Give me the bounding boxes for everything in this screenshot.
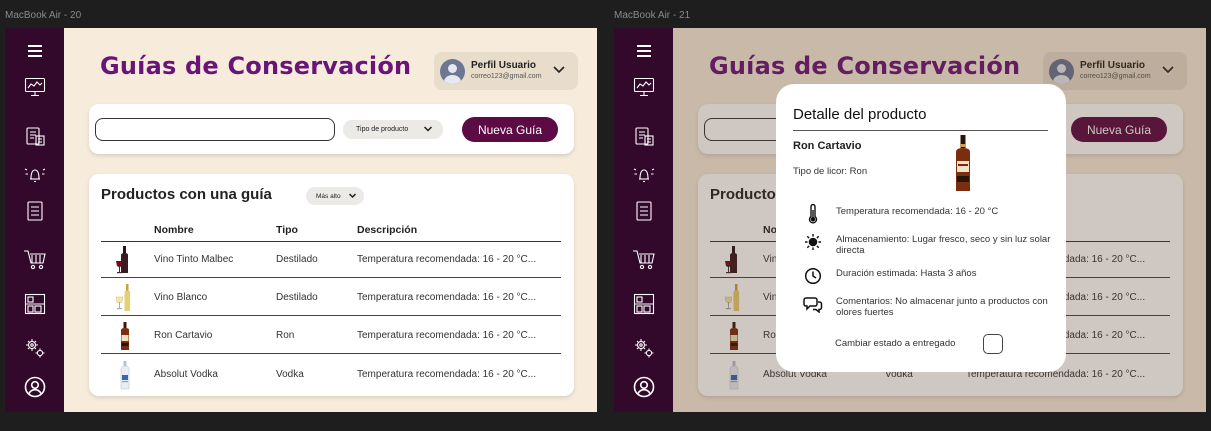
list-icon[interactable]: [21, 197, 49, 225]
detail-text: Duración estimada: Hasta 3 años: [836, 268, 977, 279]
page-title: Guías de Conservación: [100, 52, 412, 80]
user-icon[interactable]: [21, 373, 49, 401]
rum-bottle-icon: [954, 134, 972, 197]
chevron-down-icon: [348, 193, 357, 199]
main-content: Guías de Conservación Perfil Usuario cor…: [64, 28, 597, 412]
cell-name: Ron Cartavio: [154, 330, 213, 341]
list-icon[interactable]: [630, 197, 658, 225]
type-filter-label: Tipo de producto: [356, 126, 409, 133]
settings-icon[interactable]: [630, 334, 658, 362]
modal-title-divider: [793, 130, 1048, 131]
vodka-bottle-icon: [115, 359, 135, 391]
row-divider: [101, 315, 561, 316]
search-toolbar: Tipo de producto Nueva Guía: [89, 104, 574, 154]
menu-icon[interactable]: [630, 37, 658, 65]
status-change-label: Cambiar estado a entregado: [835, 338, 956, 349]
type-filter-dropdown[interactable]: Tipo de producto: [343, 120, 443, 139]
frame-list-view: Guías de Conservación Perfil Usuario cor…: [5, 28, 597, 412]
cell-description: Temperatura recomendada: 16 - 20 °C...: [357, 254, 537, 265]
cart-icon[interactable]: [21, 246, 49, 274]
inventory-icon[interactable]: [21, 122, 49, 150]
alarm-icon[interactable]: [21, 161, 49, 189]
sort-dropdown[interactable]: Más alto: [306, 187, 364, 205]
cart-icon[interactable]: [630, 246, 658, 274]
detail-text: Comentarios: No almacenar junto a produc…: [836, 296, 1048, 318]
inventory-icon[interactable]: [630, 122, 658, 150]
cell-description: Temperatura recomendada: 16 - 20 °C...: [357, 369, 537, 380]
cell-type: Destilado: [276, 254, 318, 265]
warehouse-icon[interactable]: [21, 290, 49, 318]
profile-email: correo123@gmail.com: [471, 73, 542, 80]
modal-product-name: Ron Cartavio: [793, 140, 862, 152]
clock-icon: [803, 266, 823, 286]
alarm-icon[interactable]: [630, 161, 658, 189]
white-wine-icon: [115, 282, 135, 314]
profile-name: Perfil Usuario: [471, 60, 537, 71]
cell-type: Vodka: [276, 369, 304, 380]
detail-text: Almacenamiento: Lugar fresco, seco y sin…: [836, 234, 1051, 256]
dashboard-icon[interactable]: [21, 73, 49, 101]
user-icon[interactable]: [630, 373, 658, 401]
cell-type: Destilado: [276, 292, 318, 303]
table-row[interactable]: Vino Blanco Destilado Temperatura recome…: [101, 280, 561, 316]
frame-label-2: MacBook Air - 21: [614, 10, 691, 21]
cell-description: Temperatura recomendada: 16 - 20 °C...: [357, 330, 537, 341]
avatar: [440, 59, 465, 84]
dashboard-icon[interactable]: [630, 73, 658, 101]
chevron-down-icon[interactable]: [552, 65, 566, 75]
search-input[interactable]: [95, 118, 335, 141]
cell-description: Temperatura recomendada: 16 - 20 °C...: [357, 292, 537, 303]
sort-label: Más alto: [316, 192, 341, 200]
frame-detail-modal-view: Guías de Conservación Perfil Usuario cor…: [614, 28, 1206, 412]
warehouse-icon[interactable]: [630, 290, 658, 318]
sidebar: [5, 28, 64, 412]
cell-name: Vino Tinto Malbec: [154, 254, 234, 265]
thermometer-icon: [803, 204, 823, 224]
cell-name: Absolut Vodka: [154, 369, 218, 380]
frame-label-1: MacBook Air - 20: [5, 10, 82, 21]
modal-liquor-type: Tipo de licor: Ron: [793, 166, 868, 177]
rum-bottle-icon: [115, 320, 135, 352]
table-row[interactable]: Vino Tinto Malbec Destilado Temperatura …: [101, 242, 561, 278]
column-header-description[interactable]: Descripción: [357, 224, 417, 236]
chevron-down-icon: [423, 126, 433, 132]
modal-title: Detalle del producto: [793, 106, 927, 123]
comment-icon: [803, 294, 823, 314]
products-table-card: Productos con una guía Más alto Nombre T…: [89, 174, 574, 396]
cell-type: Ron: [276, 330, 295, 341]
row-divider: [101, 277, 561, 278]
row-divider: [101, 353, 561, 354]
detail-text: Temperatura recomendada: 16 - 20 °C: [836, 206, 999, 217]
sun-icon: [803, 232, 823, 252]
column-header-name[interactable]: Nombre: [154, 224, 194, 236]
settings-icon[interactable]: [21, 334, 49, 362]
delivered-checkbox[interactable]: [983, 334, 1003, 354]
sidebar: [614, 28, 673, 412]
product-detail-modal: Detalle del producto Ron Cartavio Tipo d…: [776, 84, 1066, 372]
new-guide-button[interactable]: Nueva Guía: [462, 117, 558, 142]
table-row[interactable]: Ron Cartavio Ron Temperatura recomendada…: [101, 318, 561, 354]
cell-name: Vino Blanco: [154, 292, 208, 303]
red-wine-icon: [115, 244, 135, 276]
column-header-type[interactable]: Tipo: [276, 224, 298, 236]
products-title: Productos con una guía: [101, 186, 272, 203]
profile-menu[interactable]: Perfil Usuario correo123@gmail.com: [434, 52, 578, 90]
table-row[interactable]: Absolut Vodka Vodka Temperatura recomend…: [101, 357, 561, 393]
menu-icon[interactable]: [21, 37, 49, 65]
